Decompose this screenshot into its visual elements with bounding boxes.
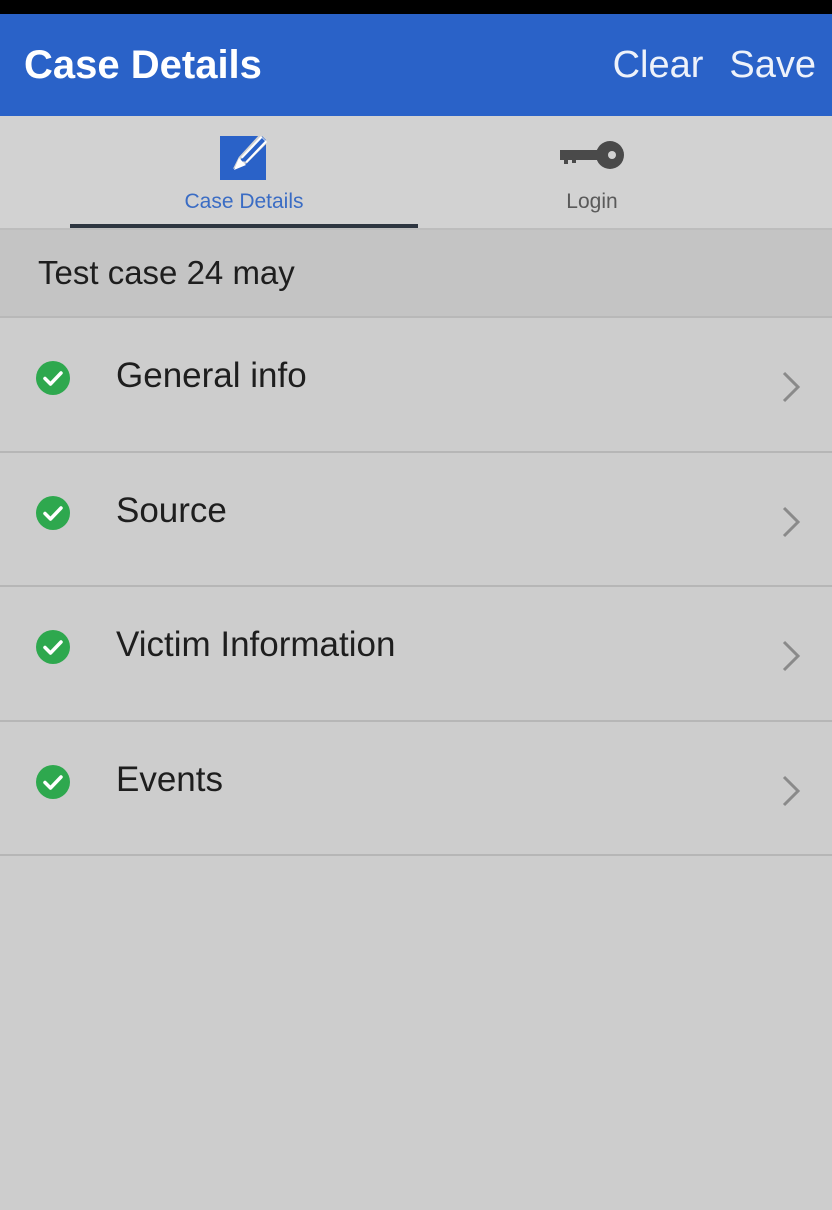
case-header: Test case 24 may [0, 230, 832, 318]
section-row-victim-information[interactable]: Victim Information [0, 587, 832, 722]
page-title: Case Details [24, 42, 262, 87]
check-circle-icon [36, 361, 70, 395]
key-icon [560, 141, 624, 169]
edit-icon [220, 131, 271, 180]
section-row-events[interactable]: Events [0, 722, 832, 856]
section-label: Victim Information [116, 625, 396, 664]
chevron-right-icon [782, 640, 801, 672]
check-circle-icon [36, 495, 70, 530]
case-title: Test case 24 may [38, 254, 295, 291]
section-label: General info [116, 356, 307, 395]
section-list: General info Source Victim Information E… [0, 318, 832, 856]
tab-bar: Case Details Login [0, 116, 832, 230]
save-button[interactable]: Save [729, 44, 816, 87]
chevron-right-icon [782, 506, 801, 537]
tab-login[interactable]: Login [418, 116, 766, 228]
section-label: Source [116, 490, 227, 530]
chevron-right-icon [782, 371, 801, 403]
section-label: Events [116, 759, 223, 799]
check-circle-icon [36, 764, 70, 799]
chevron-right-icon [782, 775, 801, 806]
clear-button[interactable]: Clear [613, 44, 704, 87]
tab-case-details[interactable]: Case Details [70, 116, 418, 228]
check-circle-icon [36, 630, 70, 664]
app-bar: Case Details Clear Save [0, 14, 832, 116]
active-tab-indicator [70, 224, 418, 228]
case-details-screen: Case Details Clear Save Case Details Log… [0, 0, 832, 1210]
tab-label: Login [566, 190, 618, 213]
tab-label: Case Details [184, 190, 304, 213]
status-bar [0, 0, 832, 14]
section-row-source[interactable]: Source [0, 453, 832, 587]
section-row-general-info[interactable]: General info [0, 318, 832, 453]
